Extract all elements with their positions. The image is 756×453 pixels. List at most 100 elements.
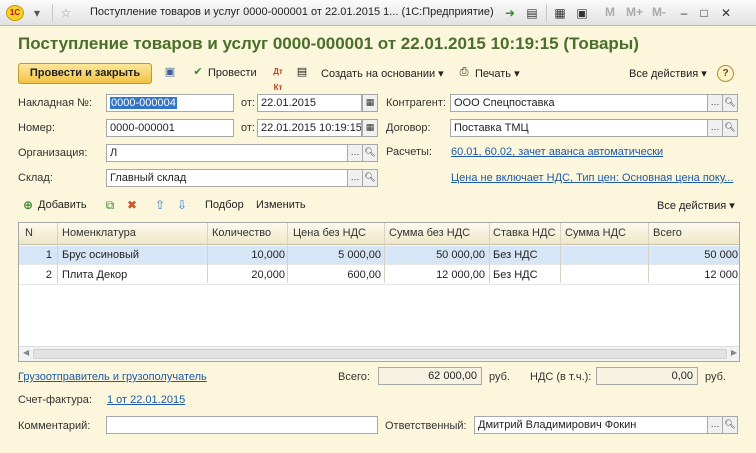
calculator-icon[interactable]: ▣	[574, 5, 590, 21]
move-down-icon[interactable]: ⇩	[174, 197, 190, 213]
move-up-icon[interactable]: ⇧	[152, 197, 168, 213]
responsible-field[interactable]: Дмитрий Владимирович Фокин	[474, 416, 708, 434]
save-icon[interactable]: ▣	[162, 64, 178, 80]
settlements-link[interactable]: 60.01, 60.02, зачет аванса автоматически	[451, 146, 663, 158]
invoice-date-label: от:	[241, 97, 255, 109]
col-total[interactable]: Всего	[653, 227, 682, 239]
search-icon[interactable]: 🔍︎	[362, 144, 378, 162]
total-label: Всего:	[338, 371, 370, 383]
window-titlebar: 1С ▾ ☆ Поступление товаров и услуг 0000-…	[0, 0, 756, 26]
print-menu[interactable]: Печать ▾	[475, 67, 520, 80]
choose-icon[interactable]: …	[707, 94, 723, 112]
separator	[52, 4, 53, 22]
warehouse-label: Склад:	[18, 172, 53, 184]
horizontal-scrollbar[interactable]: ◀ ▶	[19, 346, 739, 361]
delete-icon[interactable]: ✖	[124, 197, 140, 213]
col-item[interactable]: Номенклатура	[62, 227, 136, 239]
memory-plus-button[interactable]: M+	[626, 5, 643, 19]
col-sum[interactable]: Сумма без НДС	[389, 227, 470, 239]
search-icon[interactable]: 🔍︎	[722, 416, 738, 434]
date-field[interactable]: 22.01.2015 10:19:15	[257, 119, 362, 137]
choose-icon[interactable]: …	[707, 119, 723, 137]
cell-rate: Без НДС	[493, 269, 538, 281]
price-type-link[interactable]: Цена не включает НДС, Тип цен: Основная …	[451, 172, 733, 184]
post-and-close-button[interactable]: Провести и закрыть	[18, 63, 152, 84]
col-n[interactable]: N	[25, 227, 33, 239]
cell-total: 50 000,	[704, 249, 740, 261]
command-bar: Провести и закрыть ▣ ✔ Провести Дт Кт ▤ …	[0, 60, 756, 92]
journal-icon[interactable]: ▤	[294, 64, 310, 80]
arrow-right-icon[interactable]: ➜	[502, 5, 518, 21]
create-based-on-menu[interactable]: Создать на основании ▾	[321, 67, 444, 80]
warehouse-field[interactable]: Главный склад	[106, 169, 348, 187]
help-button[interactable]: ?	[717, 65, 734, 82]
consignee-link[interactable]: Грузоотправитель и грузополучатель	[18, 371, 207, 383]
printer-icon[interactable]: ⎙	[456, 64, 472, 80]
cell-item: Плита Декор	[62, 269, 128, 281]
table-row[interactable]: 2 Плита Декор 20,000 600,00 12 000,00 Бе…	[19, 266, 739, 285]
contract-field[interactable]: Поставка ТМЦ	[450, 119, 708, 137]
calendar-icon[interactable]: ▦	[362, 119, 378, 137]
close-icon[interactable]: ✕	[718, 5, 734, 21]
scroll-left-icon[interactable]: ◀	[23, 348, 29, 357]
choose-icon[interactable]: …	[347, 144, 363, 162]
post-button[interactable]: Провести	[208, 67, 257, 79]
column-divider	[384, 223, 385, 283]
invoice-link[interactable]: 1 от 22.01.2015	[107, 394, 185, 406]
col-qty[interactable]: Количество	[212, 227, 271, 239]
goods-table[interactable]: N Номенклатура Количество Цена без НДС С…	[18, 222, 740, 362]
memory-minus-button[interactable]: M-	[652, 5, 666, 19]
column-divider	[489, 223, 490, 283]
cell-n: 2	[45, 269, 52, 281]
col-vat[interactable]: Сумма НДС	[565, 227, 626, 239]
maximize-icon[interactable]: □	[696, 5, 712, 21]
counterparty-field[interactable]: ООО Спецпоставка	[450, 94, 708, 112]
add-row-button[interactable]: Добавить	[38, 199, 87, 211]
invoice-number-value: 0000-000004	[110, 97, 177, 109]
memory-m-button[interactable]: M	[605, 5, 615, 19]
column-divider	[560, 223, 561, 283]
change-button[interactable]: Изменить	[256, 199, 306, 211]
scroll-right-icon[interactable]: ▶	[731, 348, 737, 357]
cell-qty: 10,000	[251, 249, 285, 261]
invoice-number-field[interactable]: 0000-000004	[106, 94, 234, 112]
total-currency: руб.	[489, 371, 510, 383]
document-icon[interactable]: ▤	[524, 5, 540, 21]
choose-icon[interactable]: …	[347, 169, 363, 187]
date-label: от:	[241, 122, 255, 134]
cell-price: 5 000,00	[338, 249, 381, 261]
cell-price: 600,00	[347, 269, 381, 281]
search-icon[interactable]: 🔍︎	[722, 119, 738, 137]
search-icon[interactable]: 🔍︎	[722, 94, 738, 112]
table-all-actions-menu[interactable]: Все действия ▾	[657, 199, 735, 212]
dt-kt-icon[interactable]: Дт Кт	[270, 64, 286, 92]
search-icon[interactable]: 🔍︎	[362, 169, 378, 187]
calendar-icon[interactable]: ▦	[362, 94, 378, 112]
minimize-icon[interactable]: –	[676, 5, 692, 21]
menu-dropdown-icon[interactable]: ▾	[30, 5, 44, 21]
copy-icon[interactable]: ⧉	[102, 197, 118, 213]
cell-n: 1	[45, 249, 52, 261]
calendar-icon[interactable]: ▦	[552, 5, 568, 21]
choose-icon[interactable]: …	[707, 416, 723, 434]
pick-button[interactable]: Подбор	[205, 199, 244, 211]
column-divider	[287, 223, 288, 283]
comment-label: Комментарий:	[18, 420, 91, 432]
column-divider	[207, 223, 208, 283]
table-row[interactable]: 1 Брус осиновый 10,000 5 000,00 50 000,0…	[19, 246, 740, 265]
col-rate[interactable]: Ставка НДС	[493, 227, 555, 239]
post-icon[interactable]: ✔	[190, 64, 206, 80]
organization-field[interactable]: Л	[106, 144, 348, 162]
all-actions-menu[interactable]: Все действия ▾	[629, 67, 707, 80]
cell-sum: 12 000,00	[436, 269, 485, 281]
star-icon[interactable]: ☆	[58, 5, 74, 21]
comment-field[interactable]	[106, 416, 378, 434]
cell-sum: 50 000,00	[436, 249, 485, 261]
number-field[interactable]: 0000-000001	[106, 119, 234, 137]
separator	[546, 4, 547, 22]
scroll-thumb[interactable]	[33, 349, 727, 359]
app-logo[interactable]: 1С	[6, 5, 24, 21]
add-icon[interactable]: ⊕	[20, 197, 36, 213]
invoice-date-field[interactable]: 22.01.2015	[257, 94, 362, 112]
col-price[interactable]: Цена без НДС	[293, 227, 366, 239]
